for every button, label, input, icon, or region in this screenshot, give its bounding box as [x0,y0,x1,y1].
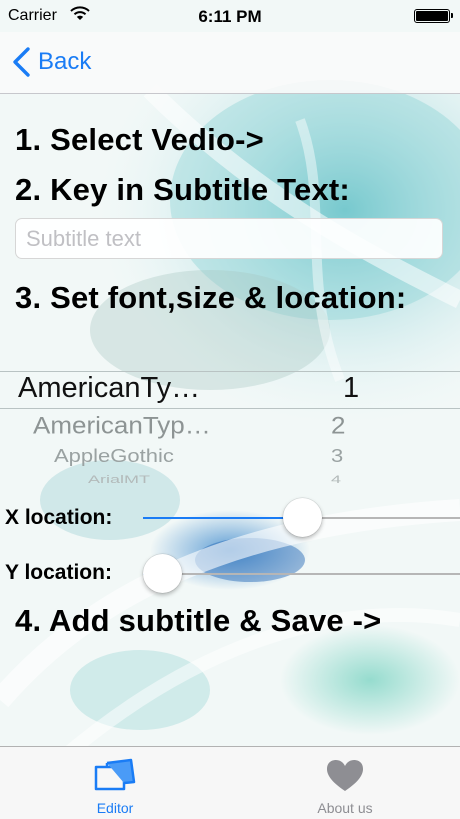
picker-size-option[interactable]: 1 [343,372,359,405]
status-bar: Carrier 6:11 PM [0,0,460,32]
y-location-label: Y location: [5,561,112,584]
font-size-picker[interactable]: AmericanTy… 1 AmericanTyp… 2 AppleGothic… [0,370,460,488]
back-button[interactable]: Back [10,46,91,78]
slider-thumb[interactable] [143,554,182,593]
navigation-bar: Back [0,32,460,94]
heart-icon [327,760,363,791]
chevron-left-icon [13,47,30,77]
x-location-slider[interactable] [143,498,460,538]
picker-size-option[interactable]: 4 [331,473,341,486]
picker-font-option[interactable]: AppleGothic [54,445,174,467]
battery-icon [414,9,453,23]
step-add-save[interactable]: 4. Add subtitle & Save -> [15,603,381,639]
picker-selection-bottom-line [0,408,460,409]
back-label: Back [38,48,92,75]
picker-size-option[interactable]: 3 [331,445,343,467]
picker-font-option[interactable]: AmericanTyp… [33,411,211,440]
clock: 6:11 PM [198,7,262,26]
slider-track [143,573,460,575]
tab-about-us-label: About us [317,800,373,816]
step-select-video[interactable]: 1. Select Vedio-> [15,122,264,158]
picker-font-option[interactable]: ArialMT [88,473,150,486]
y-location-slider[interactable] [143,554,460,594]
tab-about-us[interactable]: About us [230,747,460,819]
step-set-font: 3. Set font,size & location: [15,280,407,315]
slider-thumb[interactable] [282,498,322,537]
picker-size-option[interactable]: 2 [331,411,345,440]
slider-fill [143,517,302,519]
subtitle-text-input[interactable] [15,218,443,259]
tab-bar: Editor About us [0,746,460,819]
tab-editor[interactable]: Editor [0,747,230,819]
x-location-label: X location: [5,506,113,529]
tab-editor-label: Editor [96,800,134,816]
picker-font-option[interactable]: AmericanTy… [18,372,200,405]
editor-tab-icon [94,758,136,791]
step-key-subtitle: 2. Key in Subtitle Text: [15,172,350,207]
